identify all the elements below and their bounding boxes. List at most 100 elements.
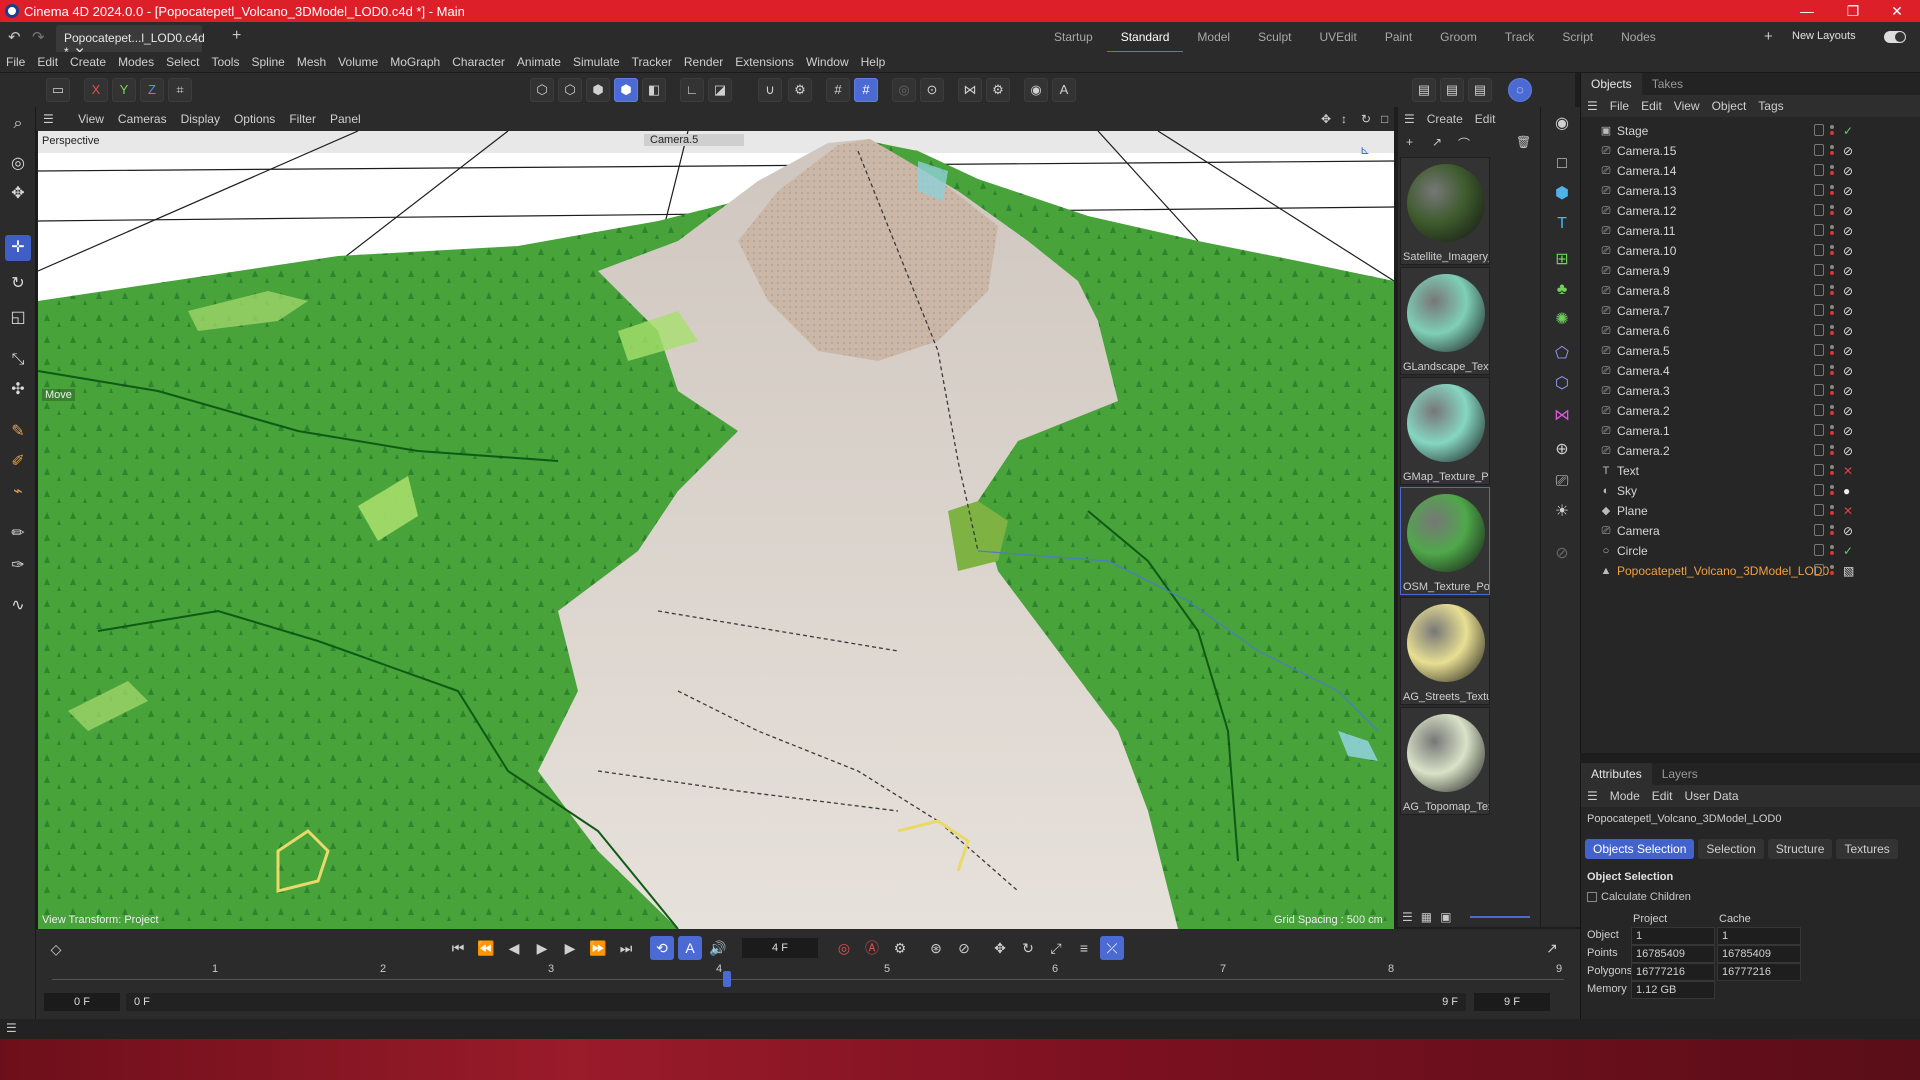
timeline-graph-icon[interactable]: ↗ <box>1540 936 1564 960</box>
menu-modes[interactable]: Modes <box>112 52 160 73</box>
attributes-menu-user-data[interactable]: User Data <box>1678 785 1744 807</box>
symmetry-icon[interactable]: ⋈ <box>958 78 982 102</box>
current-frame-field[interactable]: 4 F <box>742 938 818 958</box>
objects-menu-edit[interactable]: Edit <box>1635 95 1668 117</box>
undo-icon[interactable]: ↶ <box>8 28 21 46</box>
position-key-icon[interactable]: ✥ <box>988 936 1012 960</box>
object-row[interactable]: ◐ Sky ● <box>1581 481 1920 501</box>
texture-tag-icon[interactable]: ▧ <box>1843 564 1857 578</box>
light-icon[interactable]: ☀ <box>1549 499 1575 525</box>
status-menu-icon[interactable]: ☰ <box>6 1021 17 1035</box>
minimize-button[interactable]: — <box>1784 0 1830 22</box>
redshift-icon[interactable]: ◌ <box>1508 78 1532 102</box>
objects-menu-object[interactable]: Object <box>1706 95 1753 117</box>
visibility-dots[interactable] <box>1830 245 1834 257</box>
object-row[interactable]: ⎚ Camera.1 ⊘ <box>1581 421 1920 441</box>
3d-viewport[interactable]: Perspective Camera.5 Move View Transform… <box>38 131 1394 929</box>
rotation-key-icon[interactable]: ↻ <box>1016 936 1040 960</box>
viewport-maximize-icon[interactable]: □ <box>1374 107 1395 131</box>
large-view-icon[interactable]: ▣ <box>1436 910 1455 924</box>
layout-tab-model[interactable]: Model <box>1183 22 1244 52</box>
material-thumbnail[interactable]: AG_Topomap_Tex <box>1400 707 1490 815</box>
visibility-dots[interactable] <box>1830 265 1834 277</box>
layer-checkbox[interactable] <box>1814 444 1824 456</box>
objects-menu-file[interactable]: File <box>1604 95 1635 117</box>
sky-tag-icon[interactable]: ● <box>1843 484 1857 498</box>
tab-takes[interactable]: Takes <box>1642 73 1693 95</box>
layer-checkbox[interactable] <box>1814 464 1824 476</box>
polygons-mode-icon[interactable]: ⬢ <box>586 78 610 102</box>
object-row[interactable]: ○ Circle ✓ <box>1581 541 1920 561</box>
object-row[interactable]: ⎚ Camera.7 ⊘ <box>1581 301 1920 321</box>
layer-checkbox[interactable] <box>1814 304 1824 316</box>
coordinate-system-icon[interactable]: ⌗ <box>168 78 192 102</box>
cube-primitive-icon[interactable]: □ <box>1549 151 1575 177</box>
material-thumbnail[interactable]: GLandscape_Textu <box>1400 267 1490 375</box>
visibility-dots[interactable] <box>1830 285 1834 297</box>
uv-mode-icon[interactable]: ◧ <box>642 78 666 102</box>
object-row[interactable]: ⎚ Camera.14 ⊘ <box>1581 161 1920 181</box>
grid-snap-icon[interactable]: # <box>826 78 850 102</box>
texture-mode-icon[interactable]: ◪ <box>708 78 732 102</box>
layer-checkbox[interactable] <box>1814 404 1824 416</box>
layout-tab-script[interactable]: Script <box>1548 22 1607 52</box>
auto-icon[interactable]: A <box>1052 78 1076 102</box>
object-row[interactable]: ⎚ Camera.10 ⊘ <box>1581 241 1920 261</box>
render-picture-viewer-icon[interactable]: ▤ <box>1440 78 1464 102</box>
file-tab[interactable]: Popocatepet...l_LOD0.c4d *✕ <box>56 25 205 59</box>
previous-frame-icon[interactable]: ◀ <box>502 936 526 960</box>
menu-edit[interactable]: Edit <box>31 52 64 73</box>
camera-tag-icon[interactable]: ⊘ <box>1843 404 1857 418</box>
object-row[interactable]: ⎚ Camera.13 ⊘ <box>1581 181 1920 201</box>
visibility-dots[interactable] <box>1830 325 1834 337</box>
layout-tab-track[interactable]: Track <box>1491 22 1549 52</box>
render-icon[interactable]: ⊙ <box>920 78 944 102</box>
layer-checkbox[interactable] <box>1814 184 1824 196</box>
camera-object-icon[interactable]: ⎚ <box>1549 469 1575 495</box>
sculpt-icon[interactable]: ∿ <box>5 593 31 619</box>
layout-tab-uvedit[interactable]: UVEdit <box>1305 22 1370 52</box>
visibility-dots[interactable] <box>1830 305 1834 317</box>
material-create-menu[interactable]: Create <box>1421 112 1469 126</box>
camera-tag-icon[interactable]: ⊘ <box>1843 384 1857 398</box>
y-axis-lock[interactable]: Y <box>112 78 136 102</box>
object-row[interactable]: ⎚ Camera.3 ⊘ <box>1581 381 1920 401</box>
object-row[interactable]: ⎚ Camera.4 ⊘ <box>1581 361 1920 381</box>
layer-checkbox[interactable] <box>1814 264 1824 276</box>
layer-checkbox[interactable] <box>1814 204 1824 216</box>
playhead[interactable] <box>723 971 731 987</box>
spline-smooth-icon[interactable]: ⌁ <box>5 479 31 505</box>
attr-subtab-objects-selection[interactable]: Objects Selection <box>1585 839 1695 859</box>
menu-character[interactable]: Character <box>446 52 511 73</box>
knife-tool-icon[interactable]: ✑ <box>5 553 31 579</box>
layer-checkbox[interactable] <box>1814 224 1824 236</box>
layer-checkbox[interactable] <box>1814 364 1824 376</box>
tab-layers[interactable]: Layers <box>1652 763 1708 785</box>
preview-range-bar[interactable]: 0 F 9 F <box>126 993 1466 1011</box>
sound-icon[interactable]: 🔊 <box>706 936 730 960</box>
frame-ruler[interactable]: 1 2 3 4 5 6 7 8 9 <box>52 963 1564 987</box>
key-settings-icon[interactable]: ⚙ <box>888 936 912 960</box>
deformer-icon[interactable]: ⬠ <box>1549 341 1575 367</box>
maximize-button[interactable]: ❐ <box>1830 0 1876 22</box>
camera-tag-icon[interactable]: ⊘ <box>1843 244 1857 258</box>
object-mode-icon[interactable]: ▭ <box>46 78 70 102</box>
visibility-dots[interactable] <box>1830 385 1834 397</box>
camera-tag-icon[interactable]: ⊘ <box>1843 164 1857 178</box>
camera-tag-icon[interactable]: ⊘ <box>1843 444 1857 458</box>
menu-mesh[interactable]: Mesh <box>291 52 332 73</box>
attr-subtab-structure[interactable]: Structure <box>1767 839 1833 859</box>
object-row[interactable]: ⎚ Camera.2 ⊘ <box>1581 441 1920 461</box>
menu-window[interactable]: Window <box>800 52 855 73</box>
tag-icon[interactable]: ⊘ <box>1549 541 1575 567</box>
render-region-icon[interactable]: ◎ <box>892 78 916 102</box>
scene-icon[interactable]: ⊕ <box>1549 437 1575 463</box>
visibility-dots[interactable] <box>1830 565 1834 577</box>
camera-tag-icon[interactable]: ⊘ <box>1843 204 1857 218</box>
visibility-dots[interactable] <box>1830 525 1834 537</box>
viewport-menu-icon[interactable]: ☰ <box>36 107 61 131</box>
cloner-icon[interactable]: ♣ <box>1549 277 1575 303</box>
menu-select[interactable]: Select <box>160 52 205 73</box>
attributes-menu-edit[interactable]: Edit <box>1646 785 1679 807</box>
layer-checkbox[interactable] <box>1814 484 1824 496</box>
